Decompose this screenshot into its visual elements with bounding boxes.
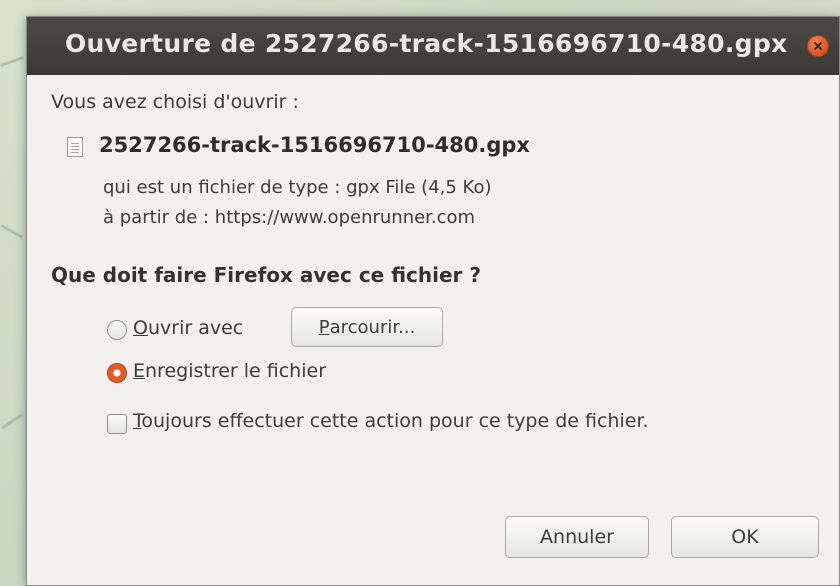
action-question: Que doit faire Firefox avec ce fichier ? xyxy=(51,263,481,287)
file-source-info: à partir de : https://www.openrunner.com xyxy=(103,207,476,228)
always-do-checkbox[interactable] xyxy=(107,414,127,434)
open-with-radio[interactable] xyxy=(107,320,127,340)
file-type-info: qui est un fichier de type : gpx File (4… xyxy=(103,177,492,198)
always-do-text: oujours effectuer cette action pour ce t… xyxy=(141,410,649,432)
save-file-mnemonic: E xyxy=(133,360,146,382)
file-name: 2527266-track-1516696710-480.gpx xyxy=(99,133,530,157)
intro-text: Vous avez choisi d'ouvrir : xyxy=(51,91,299,113)
save-file-radio[interactable] xyxy=(107,363,127,383)
save-file-label[interactable]: Enregistrer le fichier xyxy=(133,360,326,382)
cancel-button[interactable]: Annuler xyxy=(505,516,649,558)
ok-button[interactable]: OK xyxy=(671,516,819,558)
open-with-text: uvrir avec xyxy=(147,317,244,339)
download-dialog: Ouverture de 2527266-track-1516696710-48… xyxy=(26,16,840,586)
browse-button[interactable]: Parcourir... xyxy=(291,307,443,347)
save-file-text: nregistrer le fichier xyxy=(145,360,327,382)
always-do-label[interactable]: Toujours effectuer cette action pour ce … xyxy=(133,410,649,432)
open-with-label[interactable]: Ouvrir avec xyxy=(133,317,243,339)
document-icon xyxy=(67,137,83,157)
browse-text: arcourir... xyxy=(329,316,416,338)
dialog-titlebar: Ouverture de 2527266-track-1516696710-48… xyxy=(27,17,839,75)
browse-mnemonic: P xyxy=(318,316,330,338)
close-icon[interactable] xyxy=(807,35,829,57)
dialog-title: Ouverture de 2527266-track-1516696710-48… xyxy=(65,29,788,58)
open-with-mnemonic: O xyxy=(133,317,148,339)
